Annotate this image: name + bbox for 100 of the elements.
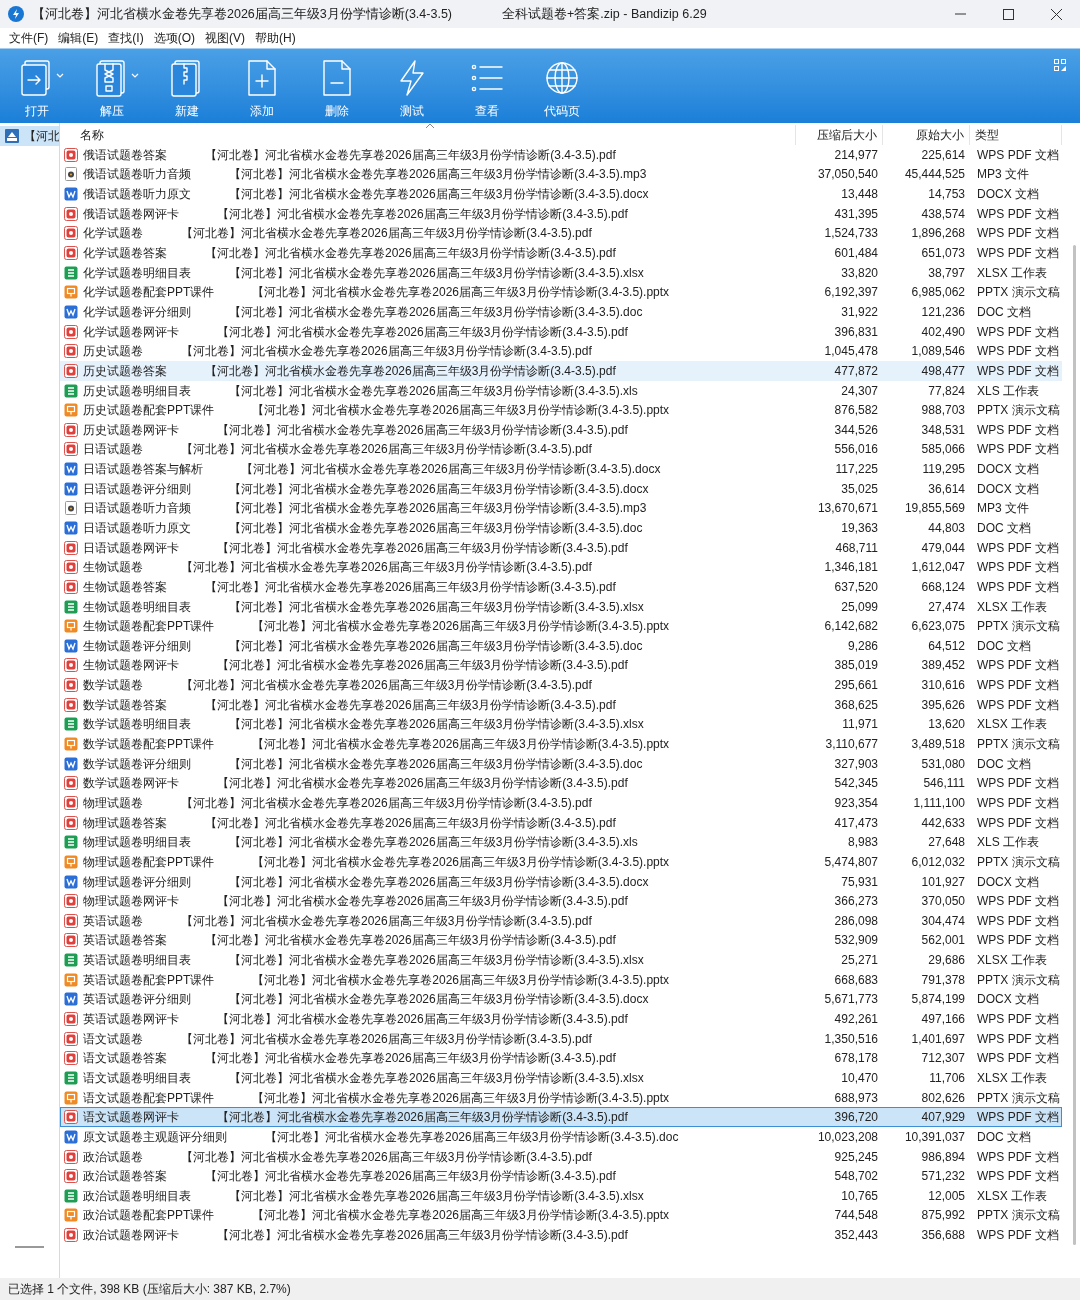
file-row[interactable]: 数学试题卷明细目表 【河北卷】河北省横水金卷先享卷2026届高三年级3月份学情诊断(3.4-3.5).xlsx 11,971 13,620 XLSX 工作表 — [60, 714, 1062, 735]
toolbar-button[interactable]: 解压 — [89, 59, 140, 121]
compressed-size: 396,720 — [833, 1109, 879, 1127]
file-row[interactable]: 生物试题卷答案 【河北卷】河北省横水金卷先享卷2026届高三年级3月份学情诊断(3.4-3.5).pdf 637,520 668,124 WPS PDF 文档 — [60, 577, 1062, 597]
compressed-size: 33,820 — [840, 264, 879, 282]
file-row[interactable]: 生物试题卷 【河北卷】河北省横水金卷先享卷2026届高三年级3月份学情诊断(3.4-3.5).pdf 1,346,181 1,612,047 WPS PDF 文档 — [60, 557, 1062, 578]
file-row[interactable]: 物理试题卷 【河北卷】河北省横水金卷先享卷2026届高三年级3月份学情诊断(3.4-3.5).pdf 923,354 1,111,100 WPS PDF 文档 — [60, 793, 1062, 813]
file-row[interactable]: 物理试题卷评分细则 【河北卷】河北省横水金卷先享卷2026届高三年级3月份学情诊断(3.4-3.5).docx 75,931 101,927 DOCX 文档 — [60, 871, 1062, 892]
file-name: 【河北卷】河北省横水金卷先享卷2026届高三年级3月份学情诊断(3.4-3.5).pdf — [205, 932, 616, 950]
file-folder: 数学试题卷网评卡 — [83, 775, 179, 793]
file-row[interactable]: 数学试题卷网评卡 【河北卷】河北省横水金卷先享卷2026届高三年级3月份学情诊断(3.4-3.5).pdf 542,345 546,111 WPS PDF 文档 — [60, 773, 1062, 794]
file-row[interactable]: 英语试题卷评分细则 【河北卷】河北省横水金卷先享卷2026届高三年级3月份学情诊断(3.4-3.5).docx 5,671,773 5,874,199 DOCX 文档 — [60, 989, 1062, 1010]
file-row[interactable]: 语文试题卷配套PPT课件 【河北卷】河北省横水金卷先享卷2026届高三年级3月份学情诊断(3.4-3.5).pptx 688,973 802,626 PPTX 演示文稿 — [60, 1087, 1062, 1108]
file-row[interactable]: 政治试题卷明细目表 【河北卷】河北省横水金卷先享卷2026届高三年级3月份学情诊断(3.4-3.5).xlsx 10,765 12,005 XLSX 工作表 — [60, 1185, 1062, 1206]
file-row[interactable]: 日语试题卷答案与解析 【河北卷】河北省横水金卷先享卷2026届高三年级3月份学情诊断(3.4-3.5).docx 117,225 119,295 DOCX 文档 — [60, 459, 1062, 479]
layout-grid-icon[interactable] — [1054, 59, 1066, 71]
file-row[interactable]: 历史试题卷配套PPT课件 【河北卷】河北省横水金卷先享卷2026届高三年级3月份学情诊断(3.4-3.5).pptx 876,582 988,703 PPTX 演示文稿 — [60, 400, 1062, 420]
menu-item[interactable]: 编辑(E) — [53, 29, 104, 47]
pdf-file-icon — [64, 226, 78, 241]
pdf-file-icon — [64, 246, 78, 261]
menu-item[interactable]: 文件(F) — [4, 29, 54, 47]
word-file-icon — [64, 638, 78, 653]
file-row[interactable]: 生物试题卷配套PPT课件 【河北卷】河北省横水金卷先享卷2026届高三年级3月份学情诊断(3.4-3.5).pptx 6,142,682 6,623,075 PPTX 演示文稿 — [60, 616, 1062, 636]
file-type: DOC 文档 — [976, 303, 1032, 321]
file-row[interactable]: 化学试题卷评分细则 【河北卷】河北省横水金卷先享卷2026届高三年级3月份学情诊断(3.4-3.5).doc 31,922 121,236 DOC 文档 — [60, 302, 1062, 322]
original-size: 36,614 — [927, 480, 966, 498]
file-row[interactable]: 生物试题卷评分细则 【河北卷】河北省横水金卷先享卷2026届高三年级3月份学情诊断(3.4-3.5).doc 9,286 64,512 DOC 文档 — [60, 636, 1062, 656]
file-row[interactable]: 语文试题卷 【河北卷】河北省横水金卷先享卷2026届高三年级3月份学情诊断(3.4-3.5).pdf 1,350,516 1,401,697 WPS PDF 文档 — [60, 1028, 1062, 1049]
file-row[interactable]: 化学试题卷明细目表 【河北卷】河北省横水金卷先享卷2026届高三年级3月份学情诊断(3.4-3.5).xlsx 33,820 38,797 XLSX 工作表 — [60, 262, 1062, 283]
file-row[interactable]: 俄语试题卷听力原文 【河北卷】河北省横水金卷先享卷2026届高三年级3月份学情诊断(3.4-3.5).docx 13,448 14,753 DOCX 文档 — [60, 184, 1062, 204]
file-row[interactable]: 物理试题卷配套PPT课件 【河北卷】河北省横水金卷先享卷2026届高三年级3月份学情诊断(3.4-3.5).pptx 5,474,807 6,012,032 PPTX 演示文稿 — [60, 852, 1062, 872]
file-row[interactable]: 日语试题卷评分细则 【河北卷】河北省横水金卷先享卷2026届高三年级3月份学情诊断(3.4-3.5).docx 35,025 36,614 DOCX 文档 — [60, 478, 1062, 499]
file-row[interactable]: 英语试题卷明细目表 【河北卷】河北省横水金卷先享卷2026届高三年级3月份学情诊断(3.4-3.5).xlsx 25,271 29,686 XLSX 工作表 — [60, 950, 1062, 970]
file-row[interactable]: 历史试题卷网评卡 【河北卷】河北省横水金卷先享卷2026届高三年级3月份学情诊断(3.4-3.5).pdf 344,526 348,531 WPS PDF 文档 — [60, 419, 1062, 440]
original-size: 395,626 — [920, 696, 966, 714]
file-row[interactable]: 生物试题卷明细目表 【河北卷】河北省横水金卷先享卷2026届高三年级3月份学情诊断(3.4-3.5).xlsx 25,099 27,474 XLSX 工作表 — [60, 596, 1062, 617]
toolbar-button[interactable]: 代码页 — [539, 59, 585, 121]
file-row[interactable]: 语文试题卷明细目表 【河北卷】河北省横水金卷先享卷2026届高三年级3月份学情诊断(3.4-3.5).xlsx 10,470 11,706 XLSX 工作表 — [60, 1068, 1062, 1088]
file-row[interactable]: 政治试题卷答案 【河北卷】河北省横水金卷先享卷2026届高三年级3月份学情诊断(3.4-3.5).pdf 548,702 571,232 WPS PDF 文档 — [60, 1166, 1062, 1186]
file-row[interactable]: 化学试题卷答案 【河北卷】河北省横水金卷先享卷2026届高三年级3月份学情诊断(3.4-3.5).pdf 601,484 651,073 WPS PDF 文档 — [60, 243, 1062, 263]
file-row[interactable]: 日语试题卷听力音频 【河北卷】河北省横水金卷先享卷2026届高三年级3月份学情诊断(3.4-3.5).mp3 13,670,671 19,855,569 MP3 文件 — [60, 498, 1062, 519]
pdf-file-icon — [64, 658, 78, 673]
file-row[interactable]: 俄语试题卷网评卡 【河北卷】河北省横水金卷先享卷2026届高三年级3月份学情诊断(3.4-3.5).pdf 431,395 438,574 WPS PDF 文档 — [60, 203, 1062, 224]
toolbar-button[interactable]: 打开 — [14, 59, 65, 121]
column-header[interactable]: 名称 — [60, 125, 796, 145]
column-header[interactable]: 类型 — [970, 125, 1062, 145]
file-row[interactable]: 日语试题卷网评卡 【河北卷】河北省横水金卷先享卷2026届高三年级3月份学情诊断(3.4-3.5).pdf 468,711 479,044 WPS PDF 文档 — [60, 537, 1062, 558]
file-row[interactable]: 俄语试题卷答案 【河北卷】河北省横水金卷先享卷2026届高三年级3月份学情诊断(3.4-3.5).pdf 214,977 225,614 WPS PDF 文档 — [60, 145, 1062, 165]
file-row[interactable]: 俄语试题卷听力音频 【河北卷】河北省横水金卷先享卷2026届高三年级3月份学情诊断(3.4-3.5).mp3 37,050,540 45,444,525 MP3 文件 — [60, 164, 1062, 185]
menu-item[interactable]: 查找(I) — [103, 29, 149, 47]
file-row[interactable]: 日语试题卷听力原文 【河北卷】河北省横水金卷先享卷2026届高三年级3月份学情诊断(3.4-3.5).doc 19,363 44,803 DOC 文档 — [60, 518, 1062, 538]
file-row[interactable]: 数学试题卷 【河北卷】河北省横水金卷先享卷2026届高三年级3月份学情诊断(3.4-3.5).pdf 295,661 310,616 WPS PDF 文档 — [60, 675, 1062, 695]
column-header[interactable]: 压缩后大小 — [796, 125, 883, 145]
menu-item[interactable]: 选项(O) — [148, 29, 200, 47]
file-row[interactable]: 原文试题卷主观题评分细则 【河北卷】河北省横水金卷先享卷2026届高三年级3月份学情诊断(3.4-3.5).doc 10,023,208 10,391,037 DOC 文档 — [60, 1127, 1062, 1147]
file-row[interactable]: 英语试题卷 【河北卷】河北省横水金卷先享卷2026届高三年级3月份学情诊断(3.4-3.5).pdf 286,098 304,474 WPS PDF 文档 — [60, 911, 1062, 931]
toolbar-button[interactable]: 测试 — [389, 59, 435, 121]
toolbar-button[interactable]: 新建 — [164, 59, 210, 121]
toolbar-button[interactable]: 查看 — [464, 59, 510, 121]
file-row[interactable]: 数学试题卷配套PPT课件 【河北卷】河北省横水金卷先享卷2026届高三年级3月份学情诊断(3.4-3.5).pptx 3,110,677 3,489,518 PPTX 演示文稿 — [60, 734, 1062, 754]
file-row[interactable]: 物理试题卷网评卡 【河北卷】河北省横水金卷先享卷2026届高三年级3月份学情诊断(3.4-3.5).pdf 366,273 370,050 WPS PDF 文档 — [60, 891, 1062, 911]
file-row[interactable]: 英语试题卷配套PPT课件 【河北卷】河北省横水金卷先享卷2026届高三年级3月份学情诊断(3.4-3.5).pptx 668,683 791,378 PPTX 演示文稿 — [60, 969, 1062, 990]
vertical-scrollbar[interactable] — [1073, 245, 1076, 1245]
file-row[interactable]: 历史试题卷 【河北卷】河北省横水金卷先享卷2026届高三年级3月份学情诊断(3.4-3.5).pdf 1,045,478 1,089,546 WPS PDF 文档 — [60, 341, 1062, 362]
original-size: 1,612,047 — [910, 559, 966, 577]
file-row[interactable]: 政治试题卷配套PPT课件 【河北卷】河北省横水金卷先享卷2026届高三年级3月份学情诊断(3.4-3.5).pptx 744,548 875,992 PPTX 演示文稿 — [60, 1205, 1062, 1226]
file-row[interactable]: 历史试题卷明细目表 【河北卷】河北省横水金卷先享卷2026届高三年级3月份学情诊断(3.4-3.5).xls 24,307 77,824 XLS 工作表 — [60, 380, 1062, 401]
compressed-size: 10,470 — [840, 1069, 879, 1087]
file-row[interactable]: 政治试题卷网评卡 【河北卷】河北省横水金卷先享卷2026届高三年级3月份学情诊断(3.4-3.5).pdf 352,443 356,688 WPS PDF 文档 — [60, 1225, 1062, 1245]
file-type: XLS 工作表 — [976, 382, 1040, 400]
tree-item[interactable]: 【河北 — [0, 126, 59, 146]
file-row[interactable]: 日语试题卷 【河北卷】河北省横水金卷先享卷2026届高三年级3月份学情诊断(3.4-3.5).pdf 556,016 585,066 WPS PDF 文档 — [60, 439, 1062, 460]
file-row[interactable]: 化学试题卷 【河北卷】河北省横水金卷先享卷2026届高三年级3月份学情诊断(3.4-3.5).pdf 1,524,733 1,896,268 WPS PDF 文档 — [60, 223, 1062, 244]
menu-item[interactable]: 视图(V) — [200, 29, 250, 47]
file-row[interactable]: 化学试题卷网评卡 【河北卷】河北省横水金卷先享卷2026届高三年级3月份学情诊断(3.4-3.5).pdf 396,831 402,490 WPS PDF 文档 — [60, 321, 1062, 342]
menu-item[interactable]: 帮助(H) — [250, 29, 301, 47]
file-row[interactable]: 语文试题卷网评卡 【河北卷】河北省横水金卷先享卷2026届高三年级3月份学情诊断(3.4-3.5).pdf 396,720 407,929 WPS PDF 文档 — [60, 1107, 1062, 1128]
original-size: 651,073 — [920, 245, 966, 263]
file-row[interactable]: 语文试题卷答案 【河北卷】河北省横水金卷先享卷2026届高三年级3月份学情诊断(3.4-3.5).pdf 678,178 712,307 WPS PDF 文档 — [60, 1048, 1062, 1069]
compressed-size: 19,363 — [840, 520, 879, 537]
file-row[interactable]: 物理试题卷明细目表 【河北卷】河北省横水金卷先享卷2026届高三年级3月份学情诊断(3.4-3.5).xls 8,983 27,648 XLS 工作表 — [60, 832, 1062, 853]
file-row[interactable]: 数学试题卷答案 【河北卷】河北省横水金卷先享卷2026届高三年级3月份学情诊断(3.4-3.5).pdf 368,625 395,626 WPS PDF 文档 — [60, 694, 1062, 715]
original-size: 712,307 — [920, 1050, 966, 1068]
original-size: 1,401,697 — [910, 1030, 966, 1048]
file-row[interactable]: 英语试题卷答案 【河北卷】河北省横水金卷先享卷2026届高三年级3月份学情诊断(3.4-3.5).pdf 532,909 562,001 WPS PDF 文档 — [60, 930, 1062, 951]
file-name: 【河北卷】河北省横水金卷先享卷2026届高三年级3月份学情诊断(3.4-3.5).xlsx — [229, 598, 644, 616]
compressed-size: 11,971 — [841, 716, 879, 734]
file-row[interactable]: 英语试题卷网评卡 【河北卷】河北省横水金卷先享卷2026届高三年级3月份学情诊断(3.4-3.5).pdf 492,261 497,166 WPS PDF 文档 — [60, 1009, 1062, 1029]
toolbar-button[interactable]: 添加 — [239, 59, 285, 121]
column-header[interactable]: 原始大小 — [883, 125, 970, 145]
file-row[interactable]: 生物试题卷网评卡 【河北卷】河北省横水金卷先享卷2026届高三年级3月份学情诊断(3.4-3.5).pdf 385,019 389,452 WPS PDF 文档 — [60, 655, 1062, 676]
file-row[interactable]: 化学试题卷配套PPT课件 【河北卷】河北省横水金卷先享卷2026届高三年级3月份学情诊断(3.4-3.5).pptx 6,192,397 6,985,062 PPTX 演示文稿 — [60, 282, 1062, 303]
file-row[interactable]: 历史试题卷答案 【河北卷】河北省横水金卷先享卷2026届高三年级3月份学情诊断(3.4-3.5).pdf 477,872 498,477 WPS PDF 文档 — [60, 361, 1062, 381]
file-row[interactable]: 数学试题卷评分细则 【河北卷】河北省横水金卷先享卷2026届高三年级3月份学情诊断(3.4-3.5).doc 327,903 531,080 DOC 文档 — [60, 753, 1062, 774]
file-row[interactable]: 物理试题卷答案 【河北卷】河北省横水金卷先享卷2026届高三年级3月份学情诊断(3.4-3.5).pdf 417,473 442,633 WPS PDF 文档 — [60, 812, 1062, 833]
file-row[interactable]: 政治试题卷 【河北卷】河北省横水金卷先享卷2026届高三年级3月份学情诊断(3.4-3.5).pdf 925,245 986,894 WPS PDF 文档 — [60, 1146, 1062, 1167]
file-folder: 化学试题卷明细目表 — [83, 264, 191, 282]
toolbar-button[interactable]: 删除 — [314, 59, 360, 121]
file-name: 【河北卷】河北省横水金卷先享卷2026届高三年级3月份学情诊断(3.4-3.5).pptx — [252, 971, 670, 989]
file-type: PPTX 演示文稿 — [976, 971, 1061, 989]
